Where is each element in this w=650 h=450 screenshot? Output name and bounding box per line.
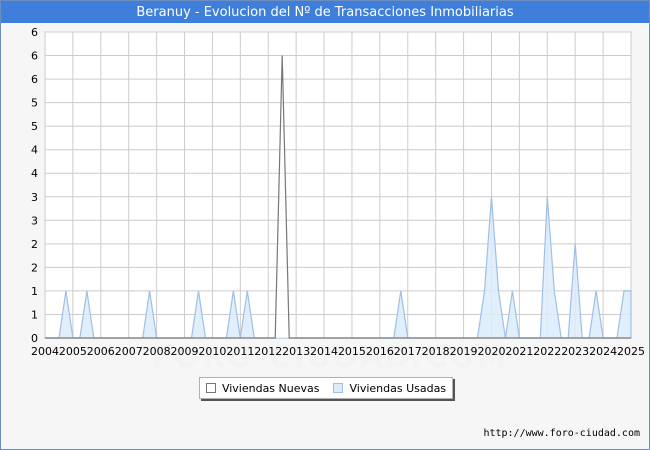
- y-tick-label: 0: [31, 332, 38, 345]
- x-tick-label: 2023: [561, 345, 589, 358]
- legend-entry-usadas: Viviendas Usadas: [333, 382, 446, 395]
- x-tick-label: 2015: [338, 345, 366, 358]
- y-tick-label: 4: [31, 167, 38, 180]
- y-tick-label: 5: [31, 97, 38, 110]
- y-tick-label: 3: [31, 214, 38, 227]
- y-tick-label: 3: [31, 191, 38, 204]
- y-tick-label: 6: [31, 73, 38, 86]
- x-tick-label: 2016: [366, 345, 394, 358]
- x-tick-label: 2005: [59, 345, 87, 358]
- legend-entry-nuevas: Viviendas Nuevas: [205, 381, 320, 395]
- x-tick-label: 2014: [310, 345, 338, 358]
- legend: Viviendas Nuevas Viviendas Usadas: [199, 377, 453, 399]
- x-tick-label: 2004: [31, 345, 59, 358]
- x-tick-label: 2017: [394, 345, 422, 358]
- x-tick-label: 2013: [282, 345, 310, 358]
- legend-label-usadas: Viviendas Usadas: [349, 381, 447, 395]
- y-tick-label: 6: [31, 26, 38, 39]
- y-tick-label: 5: [31, 120, 38, 133]
- x-tick-label: 2010: [198, 345, 226, 358]
- y-tick-label: 2: [31, 238, 38, 251]
- x-tick-label: 2019: [450, 345, 478, 358]
- x-tick-label: 2021: [505, 345, 533, 358]
- y-tick-label: 4: [31, 144, 38, 157]
- y-tick-label: 2: [31, 261, 38, 274]
- source-url[interactable]: http://www.foro-ciudad.com: [483, 428, 640, 439]
- x-tick-label: 2011: [226, 345, 254, 358]
- x-tick-label: 2012: [254, 345, 282, 358]
- x-tick-label: 2024: [589, 345, 617, 358]
- x-tick-label: 2009: [171, 345, 199, 358]
- x-tick-label: 2018: [422, 345, 450, 358]
- y-tick-label: 1: [31, 285, 38, 298]
- legend-label-nuevas: Viviendas Nuevas: [221, 381, 320, 395]
- y-tick-label: 1: [31, 308, 38, 321]
- x-tick-label: 2006: [87, 345, 115, 358]
- x-tick-label: 2022: [533, 345, 561, 358]
- y-tick-label: 6: [31, 50, 38, 63]
- x-tick-label: 2020: [477, 345, 505, 358]
- legend-swatch-usadas: [333, 383, 344, 393]
- x-tick-label: 2025: [617, 345, 645, 358]
- x-axis: 2004 2005 2006 2007 2008 2009 2010 2011 2012 2013…: [31, 345, 645, 358]
- x-tick-label: 2008: [143, 345, 171, 358]
- legend-swatch-nuevas: [205, 383, 216, 393]
- x-tick-label: 2007: [115, 345, 143, 358]
- y-axis: 0 1 1 2 2 3 3 4 4 5 5 6 6 6: [31, 26, 38, 345]
